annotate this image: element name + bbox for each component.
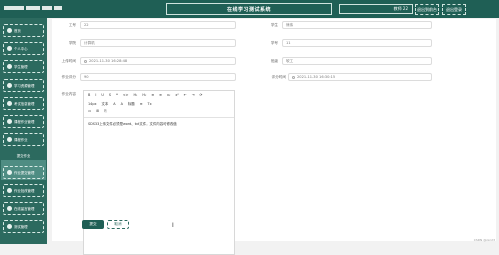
label-shangchuan: 上传时间 bbox=[61, 59, 76, 63]
message-icon bbox=[7, 206, 12, 211]
sidebar-item-students[interactable]: 学生管理 bbox=[3, 60, 44, 73]
label-zongfen: 作业评分 bbox=[61, 75, 76, 79]
sidebar-item-label: 课程作业管理 bbox=[14, 120, 35, 124]
gonghao-field[interactable]: 22 bbox=[80, 21, 236, 29]
check-icon bbox=[7, 188, 12, 193]
pingfen-time-value: 2021-11-30 16:30:15 bbox=[297, 75, 336, 79]
book-icon bbox=[7, 83, 12, 88]
sidebar-item-label: 作业批改管理 bbox=[14, 189, 35, 193]
logout-button[interactable]: 退出登录 bbox=[442, 4, 466, 15]
italic-button[interactable]: I bbox=[95, 93, 96, 97]
label-zuoye: 作业内容 bbox=[61, 92, 76, 96]
logo bbox=[4, 6, 62, 10]
pingfen-time-field[interactable]: 2021-11-30 16:30:15 bbox=[288, 73, 432, 81]
submit-button[interactable]: 提交 bbox=[82, 220, 104, 229]
pencil-icon bbox=[7, 137, 12, 142]
table-icon[interactable]: ⊞ bbox=[96, 109, 99, 113]
font-family-select[interactable]: 文本 bbox=[101, 101, 108, 106]
clock-icon bbox=[84, 59, 87, 63]
toolbar-row-1: B I U S ❝ <> H₁ H₂ ≡ ≡ x₂ x² ⇤ ⇥ ⟳ bbox=[88, 93, 202, 97]
editor-toolbar: B I U S ❝ <> H₁ H₂ ≡ ≡ x₂ x² ⇤ ⇥ ⟳ 14px … bbox=[84, 91, 234, 118]
bullet-list-button[interactable]: ≡ bbox=[159, 93, 162, 97]
sidebar-item-grading[interactable]: 作业批改管理 bbox=[3, 184, 44, 197]
quote-button[interactable]: ❝ bbox=[116, 93, 118, 97]
sidebar-item-submissions[interactable]: 作业提交管理 bbox=[3, 166, 44, 179]
clock-icon bbox=[292, 75, 295, 79]
background-color-button[interactable]: A bbox=[121, 102, 123, 106]
sidebar-sub-submit[interactable]: 提交作业 bbox=[5, 151, 42, 159]
sidebar-item-label: 首页 bbox=[14, 29, 21, 33]
shangchuan-field[interactable]: 2021-11-30 16:28:48 bbox=[80, 57, 236, 65]
sidebar-item-exams[interactable]: 考试信息管理 bbox=[3, 97, 44, 110]
sidebar-item-label: 课程作业 bbox=[14, 138, 28, 142]
label-banji: 班级 bbox=[270, 59, 278, 63]
exam-icon bbox=[7, 101, 12, 106]
zongfen-field[interactable]: 90 bbox=[80, 73, 236, 81]
sidebar-item-label: 在线留言管理 bbox=[14, 207, 35, 211]
code-button[interactable]: <> bbox=[123, 93, 129, 97]
superscript-button[interactable]: x² bbox=[175, 93, 178, 97]
homework-icon bbox=[7, 119, 12, 124]
shangchuan-value: 2021-11-30 16:28:48 bbox=[89, 59, 128, 63]
xuesheng-field[interactable]: 熊伟 bbox=[282, 21, 432, 29]
sidebar-item-messages[interactable]: 在线留言管理 bbox=[3, 202, 44, 215]
user-label: 教师 22 bbox=[339, 4, 413, 14]
sidebar-item-label: 测试管理 bbox=[14, 225, 28, 229]
sidebar-item-tests[interactable]: 测试管理 bbox=[3, 220, 44, 233]
ordered-list-button[interactable]: ≡ bbox=[151, 93, 154, 97]
front-button[interactable]: 退出到前台 bbox=[415, 4, 439, 15]
test-icon bbox=[7, 224, 12, 229]
cancel-button[interactable]: 取消 bbox=[107, 220, 129, 229]
sidebar-item-homework-mgmt[interactable]: 课程作业管理 bbox=[3, 115, 44, 128]
bold-button[interactable]: B bbox=[88, 93, 90, 97]
upload-icon bbox=[7, 170, 12, 175]
label-xuesheng: 学生 bbox=[270, 23, 278, 27]
xuehao-field[interactable]: 11 bbox=[282, 39, 432, 47]
label-gonghao: 工号 bbox=[68, 23, 76, 27]
sidebar-item-label: 学生管理 bbox=[14, 65, 28, 69]
sidebar-item-homework[interactable]: 课程作业 bbox=[3, 133, 44, 146]
sidebar-item-label: 个人中心 bbox=[14, 47, 28, 51]
link-icon[interactable]: ⎘ bbox=[104, 109, 107, 113]
direction-button[interactable]: ⟳ bbox=[199, 93, 202, 97]
indent-button[interactable]: ⇥ bbox=[192, 93, 195, 97]
toolbar-row-2: 14px 文本 A A 标题 ≡ Tx bbox=[88, 101, 152, 107]
main-content: 工号 22 学生 熊伟 学院 计算机 学号 11 上传时间 2021-11-30… bbox=[52, 19, 496, 255]
footer-watermark: CSDN @zxc23 bbox=[473, 238, 495, 242]
label-xuehao: 学号 bbox=[270, 41, 278, 45]
sidebar-item-resources[interactable]: 学习资源管理 bbox=[3, 79, 44, 92]
sidebar-item-label: 考试信息管理 bbox=[14, 102, 35, 106]
h2-button[interactable]: H₂ bbox=[142, 93, 146, 97]
text-cursor-icon: I bbox=[172, 222, 174, 229]
clear-format-button[interactable]: Tx bbox=[148, 102, 152, 106]
sidebar-item-label: 学习资源管理 bbox=[14, 84, 35, 88]
user-icon bbox=[7, 46, 12, 51]
font-color-button[interactable]: A bbox=[113, 102, 115, 106]
top-bar: 在线学习测试系统 教师 22 退出到前台 退出登录 bbox=[0, 0, 499, 18]
heading-select[interactable]: 标题 bbox=[128, 101, 135, 106]
students-icon bbox=[7, 64, 12, 69]
outdent-button[interactable]: ⇤ bbox=[184, 93, 187, 97]
image-icon[interactable]: ▭ bbox=[88, 109, 91, 113]
editor-content[interactable]: SDS33上传文件必须是word、txt文件，文件内容可修改值 bbox=[88, 121, 177, 126]
app-title: 在线学习测试系统 bbox=[166, 3, 332, 15]
rich-text-editor[interactable]: B I U S ❝ <> H₁ H₂ ≡ ≡ x₂ x² ⇤ ⇥ ⟳ 14px … bbox=[83, 90, 235, 255]
label-pingfen-time: 评分时间 bbox=[271, 75, 286, 79]
toolbar-row-3: ▭ ⊞ ⎘ bbox=[88, 109, 107, 113]
label-xueyuan: 学院 bbox=[68, 41, 76, 45]
sidebar-item-profile[interactable]: 个人中心 bbox=[3, 42, 44, 55]
sidebar: 首页 个人中心 学生管理 学习资源管理 考试信息管理 课程作业管理 课程作业 提… bbox=[0, 18, 47, 244]
sidebar-item-home[interactable]: 首页 bbox=[3, 24, 44, 37]
underline-button[interactable]: U bbox=[101, 93, 103, 97]
strike-button[interactable]: S bbox=[109, 93, 111, 97]
align-button[interactable]: ≡ bbox=[140, 102, 143, 106]
font-size-select[interactable]: 14px bbox=[88, 102, 96, 106]
banji-field[interactable]: 软工 bbox=[282, 57, 432, 65]
home-icon bbox=[7, 28, 12, 33]
xueyuan-field[interactable]: 计算机 bbox=[80, 39, 236, 47]
subscript-button[interactable]: x₂ bbox=[167, 93, 170, 97]
h1-button[interactable]: H₁ bbox=[133, 93, 137, 97]
sidebar-item-label: 作业提交管理 bbox=[14, 171, 35, 175]
sidebar-sub-label: 提交作业 bbox=[16, 153, 31, 158]
